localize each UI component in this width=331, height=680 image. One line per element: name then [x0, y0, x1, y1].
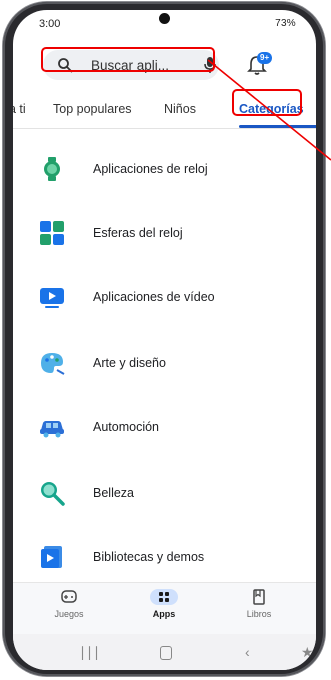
gamepad-icon — [61, 590, 77, 603]
video-icon — [40, 288, 64, 308]
category-label: Esferas del reloj — [93, 226, 183, 240]
category-label: Aplicaciones de reloj — [93, 162, 208, 176]
tab-for-you[interactable]: a ti — [13, 102, 26, 116]
notification-badge: 9+ — [257, 52, 273, 64]
category-item[interactable]: Aplicaciones de reloj — [13, 146, 316, 206]
category-label: Belleza — [93, 486, 134, 500]
status-bar: 3:00 73% — [13, 10, 316, 36]
category-label: Arte y diseño — [93, 356, 166, 370]
apps-grid-icon — [150, 589, 178, 605]
tab-top-charts[interactable]: Top populares — [53, 102, 132, 116]
camera-cutout — [159, 13, 170, 24]
category-item[interactable]: Esferas del reloj — [13, 210, 316, 270]
category-item[interactable]: Arte y diseño — [13, 340, 316, 400]
home-icon[interactable] — [160, 646, 172, 660]
nav-apps[interactable]: Apps — [134, 589, 194, 619]
nav-books-label: Libros — [246, 609, 272, 619]
status-time: 3:00 — [39, 18, 61, 30]
tab-kids[interactable]: Niños — [164, 102, 196, 116]
status-battery: 73% — [275, 18, 296, 29]
nav-games[interactable]: Juegos — [39, 589, 99, 619]
recent-apps-icon[interactable]: ∣∣∣ — [79, 644, 100, 661]
category-label: Aplicaciones de vídeo — [93, 290, 215, 304]
highlight-search-annotation — [41, 47, 215, 72]
category-label: Bibliotecas y demos — [93, 550, 205, 564]
mirror-icon — [41, 482, 65, 506]
category-item[interactable]: Aplicaciones de vídeo — [13, 274, 316, 334]
car-icon — [40, 421, 64, 438]
watch-icon — [44, 157, 60, 181]
category-item[interactable]: Automoción — [13, 404, 316, 464]
palette-icon — [41, 353, 65, 375]
nav-apps-label: Apps — [152, 609, 176, 619]
nav-books[interactable]: Libros — [229, 589, 289, 619]
accessibility-icon[interactable]: ★ — [301, 644, 314, 661]
bottom-navigation: Juegos Apps Libros — [13, 582, 316, 635]
watch-faces-icon — [40, 221, 64, 245]
nav-games-label: Juegos — [54, 609, 84, 619]
highlight-categories-annotation — [232, 89, 302, 116]
back-icon[interactable]: ‹ — [245, 644, 250, 660]
system-navigation-bar: ∣∣∣ ‹ ★ — [13, 634, 316, 670]
library-icon — [41, 546, 62, 568]
active-tab-indicator — [239, 125, 316, 128]
category-label: Automoción — [93, 420, 160, 434]
book-icon — [253, 589, 265, 605]
category-item[interactable]: Belleza — [13, 470, 316, 530]
